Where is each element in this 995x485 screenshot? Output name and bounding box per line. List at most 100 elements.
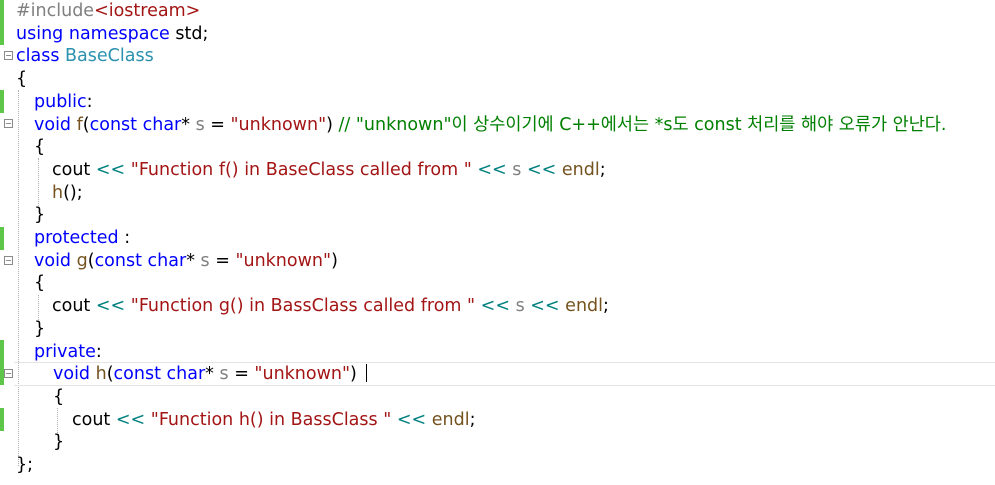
code-token: s xyxy=(195,114,205,135)
code-token: (); xyxy=(63,182,83,203)
change-bar xyxy=(0,227,4,250)
fold-collapse-icon[interactable]: − xyxy=(4,256,13,265)
code-token: { xyxy=(34,273,46,294)
code-line[interactable]: using namespace std; xyxy=(16,23,208,46)
code-line[interactable]: } xyxy=(34,318,45,341)
indent-guide xyxy=(18,90,19,466)
code-token: } xyxy=(34,205,46,226)
code-line[interactable]: void f(const char* s = "unknown") // "un… xyxy=(34,114,946,137)
code-token: s xyxy=(219,364,229,385)
code-line[interactable]: void g(const char* s = "unknown") xyxy=(34,250,338,273)
code-token: char xyxy=(142,114,182,135)
code-token: } xyxy=(34,318,46,339)
code-line[interactable]: protected : xyxy=(34,227,130,250)
code-token: : xyxy=(95,341,102,362)
code-line[interactable]: { xyxy=(16,68,27,91)
code-line[interactable]: } xyxy=(53,431,64,454)
change-bar xyxy=(0,408,4,431)
code-token: private xyxy=(34,341,96,362)
code-line[interactable]: cout << "Function g() in BassClass calle… xyxy=(52,295,609,318)
code-token: "unknown" xyxy=(230,114,327,135)
code-line[interactable]: h(); xyxy=(52,182,83,205)
code-token: h xyxy=(95,364,107,385)
code-line[interactable]: }; xyxy=(16,454,33,477)
code-token: public xyxy=(34,91,87,112)
code-token: "Function f() in BaseClass called from " xyxy=(130,159,472,180)
code-token: char xyxy=(147,250,187,271)
code-token: ( xyxy=(106,364,114,385)
code-token: "Function h() in BassClass " xyxy=(150,409,392,430)
code-token: const xyxy=(113,364,161,385)
code-token: << xyxy=(95,296,126,317)
code-line[interactable]: { xyxy=(53,386,64,409)
code-token: << xyxy=(95,159,126,180)
code-token: { xyxy=(34,137,46,158)
code-line[interactable]: #include<iostream> xyxy=(16,0,200,23)
code-line[interactable]: class BaseClass xyxy=(16,45,154,68)
code-token: ( xyxy=(87,250,95,271)
code-token: "unknown" xyxy=(235,250,332,271)
code-token: namespace xyxy=(68,23,170,44)
code-line[interactable]: } xyxy=(34,204,45,227)
code-token: ( xyxy=(82,114,90,135)
code-token: << xyxy=(477,159,507,180)
code-token: std; xyxy=(169,23,209,44)
code-line[interactable]: void h(const char* s = "unknown") xyxy=(53,363,357,386)
code-token: } xyxy=(53,432,65,453)
code-line[interactable]: private: xyxy=(34,341,102,364)
code-token: << xyxy=(115,409,146,430)
editor-gutter: − − − − xyxy=(0,0,14,485)
code-token: <iostream> xyxy=(94,1,201,21)
change-bar xyxy=(0,0,4,45)
code-token: #include xyxy=(16,1,95,21)
code-token: using xyxy=(16,23,64,44)
fold-collapse-icon[interactable]: − xyxy=(4,119,13,128)
indent-guide xyxy=(38,158,39,208)
code-line[interactable]: cout << "Function f() in BaseClass calle… xyxy=(52,159,606,182)
code-token: const xyxy=(89,114,138,135)
code-token: endl xyxy=(565,296,604,317)
code-line[interactable]: public: xyxy=(34,91,93,114)
code-token: void xyxy=(34,114,72,135)
code-token: "Function g() in BassClass called from " xyxy=(130,296,476,317)
code-token: ; xyxy=(599,159,606,180)
code-line[interactable]: cout << "Function h() in BassClass " << … xyxy=(72,409,476,432)
code-token: endl xyxy=(561,159,600,180)
code-token: s xyxy=(200,250,210,271)
code-token: cout xyxy=(72,409,116,430)
code-token: class xyxy=(16,46,60,67)
code-token: BaseClass xyxy=(65,46,154,67)
code-token: void xyxy=(53,364,91,385)
code-token: void xyxy=(34,250,72,271)
code-token: endl xyxy=(431,409,470,430)
code-token: ; xyxy=(469,409,476,430)
fold-collapse-icon[interactable]: − xyxy=(4,51,13,60)
code-token: ) xyxy=(331,250,338,271)
code-token: ) xyxy=(326,114,339,135)
code-token: : xyxy=(118,228,131,248)
code-token: const xyxy=(94,250,142,271)
code-line[interactable]: { xyxy=(34,136,45,159)
code-token: h xyxy=(52,182,64,203)
code-token: g xyxy=(76,250,88,271)
code-token: "unknown" xyxy=(254,364,351,385)
change-bar xyxy=(0,340,4,385)
code-token: ) xyxy=(350,364,357,385)
code-token: << xyxy=(526,159,557,180)
code-token: cout xyxy=(52,159,96,180)
code-editor[interactable]: − − − − #include<iostream> using namespac… xyxy=(0,0,995,485)
code-token: // "unknown"이 상수이기에 C++에서는 *s도 const 처리를… xyxy=(338,114,947,135)
code-token: char xyxy=(166,364,206,385)
code-token: cout xyxy=(52,296,96,317)
code-token: }; xyxy=(16,455,34,475)
code-token: { xyxy=(16,69,28,90)
fold-collapse-icon[interactable]: − xyxy=(4,369,13,378)
text-caret xyxy=(366,364,367,382)
code-token: << xyxy=(530,296,560,317)
code-token: * xyxy=(205,364,220,385)
code-token: = xyxy=(228,364,255,385)
change-bar xyxy=(0,90,4,113)
code-line[interactable]: { xyxy=(34,272,45,295)
code-token: { xyxy=(53,386,65,407)
code-token: * xyxy=(186,250,201,271)
